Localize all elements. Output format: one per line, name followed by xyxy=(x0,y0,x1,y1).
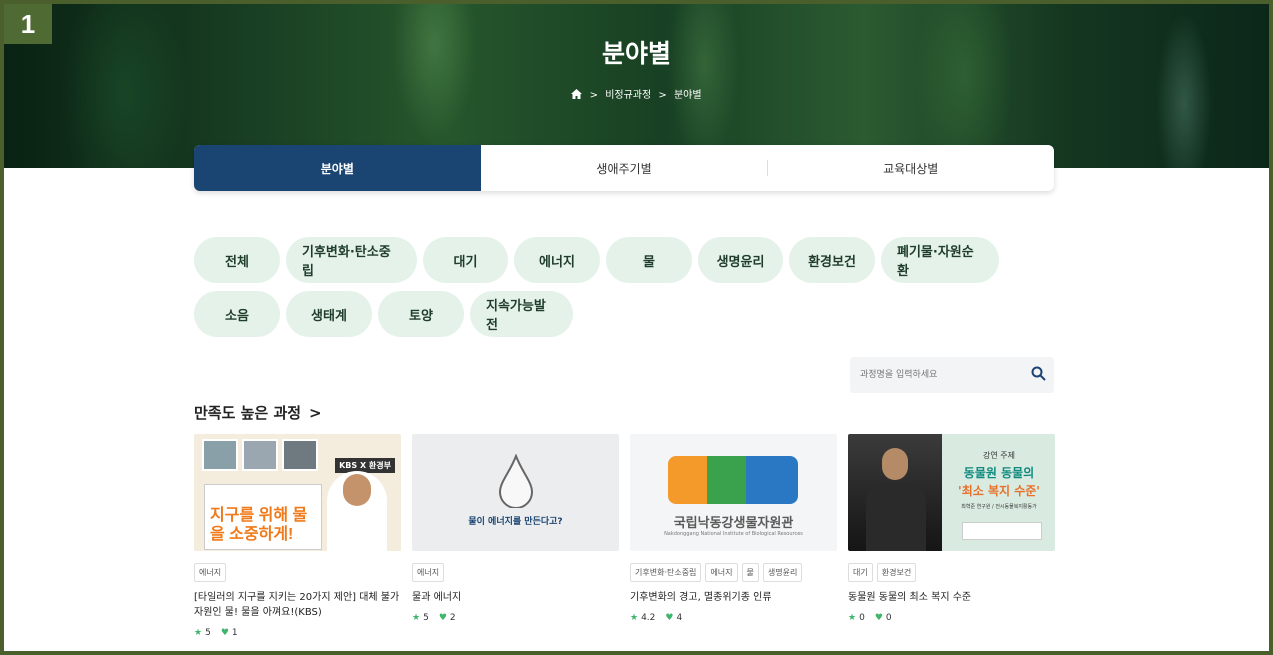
star-icon: ★ xyxy=(194,628,203,638)
chevron-right-icon: > xyxy=(309,403,322,422)
breadcrumb-item-current: 분야별 xyxy=(673,90,702,101)
tag: 생명윤리 xyxy=(762,563,803,582)
thumbnail-text-line2: '최소 복지 수준' xyxy=(958,484,1040,498)
heart-icon: ♥ xyxy=(874,613,883,623)
course-stats: ★ 0 ♥ 0 xyxy=(848,613,1055,623)
tag: 환경보건 xyxy=(876,563,917,582)
step-badge: 1 xyxy=(4,4,52,44)
tag: 에너지 xyxy=(705,563,738,582)
tag: 에너지 xyxy=(194,563,227,582)
heart-icon: ♥ xyxy=(220,628,229,638)
tab-target-audience[interactable]: 교육대상별 xyxy=(767,145,1054,191)
course-title[interactable]: 물과 에너지 xyxy=(412,590,619,605)
rating-value: 5 xyxy=(423,613,429,623)
chip-climate[interactable]: 기후변화·탄소중립 xyxy=(286,237,417,283)
course-card[interactable]: 국립낙동강생물자원관 Nakdonggang National Institut… xyxy=(630,434,837,638)
course-card[interactable]: 강연 주제 동물원 동물의 '최소 복지 수준' 최혁준 연구원 / 전시동물복… xyxy=(848,434,1055,638)
chip-soil[interactable]: 토양 xyxy=(378,291,464,337)
like-count: 0 xyxy=(885,613,892,623)
chip-environmental-health[interactable]: 환경보건 xyxy=(789,237,875,283)
search-icon[interactable] xyxy=(1031,366,1046,385)
rating-value: 0 xyxy=(859,613,865,623)
heart-icon: ♥ xyxy=(665,613,674,623)
thumbnail-subtext: Nakdonggang National Institute of Biolog… xyxy=(664,531,803,537)
thumbnail-photos xyxy=(202,439,318,471)
course-thumbnail[interactable]: 물이 에너지를 만든다고? xyxy=(412,434,619,551)
page-title: 분야별 xyxy=(601,39,671,68)
page-frame: 분야별 > 비정규과정 > 분야별 분야별 생애주기별 교육대상별 전체 기후변… xyxy=(4,4,1269,651)
chip-all[interactable]: 전체 xyxy=(194,237,280,283)
home-icon[interactable] xyxy=(571,88,583,102)
search-input[interactable] xyxy=(860,357,1020,393)
like-count: 2 xyxy=(449,613,456,623)
breadcrumb-item-course[interactable]: 비정규과정 xyxy=(605,90,651,101)
institute-logo xyxy=(962,522,1042,540)
course-thumbnail[interactable]: 국립낙동강생물자원관 Nakdonggang National Institut… xyxy=(630,434,837,551)
chip-noise[interactable]: 소음 xyxy=(194,291,280,337)
thumbnail-text: 지구를 위해 물을 소중하게! xyxy=(210,507,308,543)
tag-list: 대기 환경보건 xyxy=(848,563,1055,582)
rating-value: 4.2 xyxy=(641,613,656,623)
chip-energy[interactable]: 에너지 xyxy=(514,237,600,283)
lecturer-name: 최혁준 연구원 / 전시동물복지활동가 xyxy=(961,504,1037,510)
lecture-topic-label: 강연 주제 xyxy=(983,451,1015,460)
section-title: 만족도 높은 과정 xyxy=(194,404,302,422)
presenter-head xyxy=(343,474,371,506)
thumbnail-text-line1: 동물원 동물의 xyxy=(963,466,1035,480)
chip-bioethics[interactable]: 생명윤리 xyxy=(698,237,783,283)
chip-air[interactable]: 대기 xyxy=(423,237,508,283)
section-top-rated[interactable]: 만족도 높은 과정 > xyxy=(194,402,322,423)
tag-list: 기후변화·탄소중립 에너지 물 생명윤리 xyxy=(630,563,837,582)
course-stats: ★ 5 ♥ 1 xyxy=(194,628,401,638)
chip-sustainable-development[interactable]: 지속가능발전 xyxy=(470,291,573,337)
course-title[interactable]: 기후변화의 경고, 멸종위기종 인류 xyxy=(630,590,837,605)
course-card[interactable]: KBS X 환경부 지구를 위해 물을 소중하게! 에너지 [타일러의 지구를 … xyxy=(194,434,401,638)
course-title[interactable]: 동물원 동물의 최소 복지 수준 xyxy=(848,590,1055,605)
course-title[interactable]: [타일러의 지구를 지키는 20가지 제안] 대체 불가 자원인 물! 물을 아… xyxy=(194,590,401,620)
star-icon: ★ xyxy=(630,613,639,623)
institute-logo-banner xyxy=(668,456,798,504)
tag-list: 에너지 xyxy=(194,563,401,582)
lecturer-face xyxy=(882,448,908,480)
thumbnail-text: 물이 에너지를 만든다고? xyxy=(468,517,563,527)
breadcrumb: > 비정규과정 > 분야별 xyxy=(4,86,1269,102)
thumbnail-text: 국립낙동강생물자원관 xyxy=(673,516,794,531)
water-drop-icon xyxy=(498,454,534,508)
lecturer-body xyxy=(866,482,926,551)
tag: 물 xyxy=(741,563,759,582)
heart-icon: ♥ xyxy=(438,613,447,623)
search-box xyxy=(850,357,1054,393)
course-thumbnail[interactable]: KBS X 환경부 지구를 위해 물을 소중하게! xyxy=(194,434,401,551)
rating-value: 5 xyxy=(205,628,211,638)
category-tabs: 분야별 생애주기별 교육대상별 xyxy=(194,145,1054,191)
course-card-list: KBS X 환경부 지구를 위해 물을 소중하게! 에너지 [타일러의 지구를 … xyxy=(194,434,1055,638)
breadcrumb-separator: > xyxy=(589,90,598,101)
breadcrumb-separator: > xyxy=(658,90,667,101)
tag: 대기 xyxy=(848,563,873,582)
tag-list: 에너지 xyxy=(412,563,619,582)
chip-waste[interactable]: 폐기물·자원순환 xyxy=(881,237,999,283)
tab-life-cycle[interactable]: 생애주기별 xyxy=(481,145,768,191)
course-stats: ★ 4.2 ♥ 4 xyxy=(630,613,837,623)
tag: 기후변화·탄소중립 xyxy=(630,563,702,582)
course-card[interactable]: 물이 에너지를 만든다고? 에너지 물과 에너지 ★ 5 ♥ 2 xyxy=(412,434,619,638)
tag: 에너지 xyxy=(412,563,445,582)
star-icon: ★ xyxy=(848,613,857,623)
kbs-badge: KBS X 환경부 xyxy=(335,458,395,473)
like-count: 1 xyxy=(231,628,238,638)
field-filter-chips: 전체 기후변화·탄소중립 대기 에너지 물 생명윤리 환경보건 폐기물·자원순환… xyxy=(194,237,1014,345)
tab-field[interactable]: 분야별 xyxy=(194,145,481,191)
chip-water[interactable]: 물 xyxy=(606,237,692,283)
star-icon: ★ xyxy=(412,613,421,623)
chip-ecosystem[interactable]: 생태계 xyxy=(286,291,372,337)
like-count: 4 xyxy=(676,613,683,623)
course-thumbnail[interactable]: 강연 주제 동물원 동물의 '최소 복지 수준' 최혁준 연구원 / 전시동물복… xyxy=(848,434,1055,551)
course-stats: ★ 5 ♥ 2 xyxy=(412,613,619,623)
